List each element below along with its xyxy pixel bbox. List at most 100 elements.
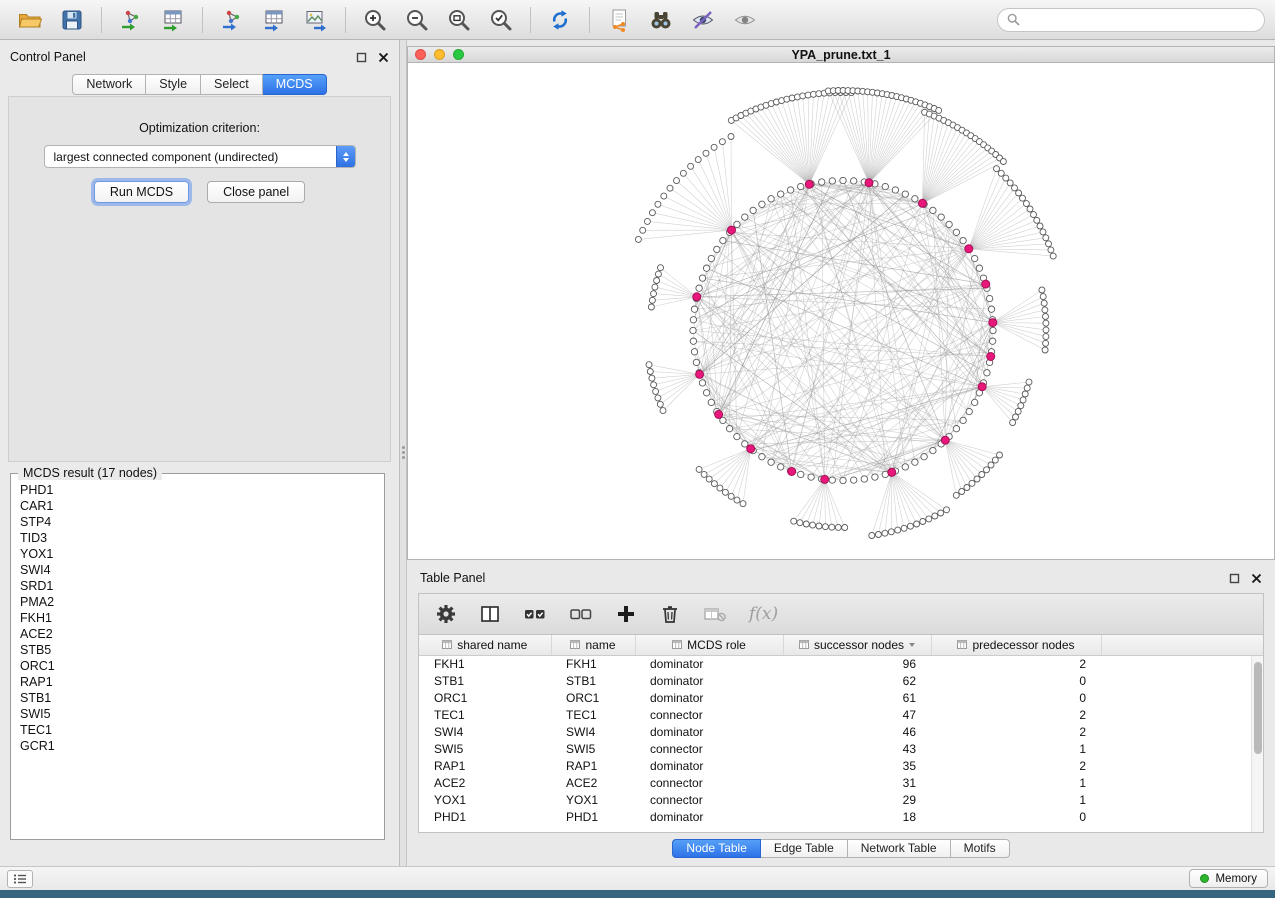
network-node[interactable] (691, 306, 697, 312)
search-network-button[interactable] (641, 4, 681, 36)
refresh-button[interactable] (540, 4, 580, 36)
network-hub-node[interactable] (821, 475, 829, 483)
float-panel-icon[interactable] (1229, 573, 1240, 584)
network-leaf-node[interactable] (944, 507, 950, 513)
network-node[interactable] (953, 426, 959, 432)
network-leaf-node[interactable] (938, 510, 944, 516)
network-node[interactable] (946, 221, 952, 227)
network-leaf-node[interactable] (803, 521, 809, 527)
network-hub-node[interactable] (747, 445, 755, 453)
network-leaf-node[interactable] (829, 524, 835, 530)
network-leaf-node[interactable] (695, 157, 701, 163)
mcds-result-item[interactable]: PMA2 (20, 594, 375, 610)
network-leaf-node[interactable] (1048, 247, 1054, 253)
network-node[interactable] (734, 433, 740, 439)
network-hub-node[interactable] (941, 436, 949, 444)
network-hub-node[interactable] (888, 468, 896, 476)
table-row[interactable]: SWI5SWI5connector431 (419, 740, 1263, 757)
mcds-result-item[interactable]: STB1 (20, 690, 375, 706)
import-table-button[interactable] (153, 4, 193, 36)
tab-edge-table[interactable]: Edge Table (761, 839, 848, 858)
scrollbar-thumb[interactable] (1254, 662, 1262, 754)
network-canvas[interactable] (407, 63, 1275, 560)
network-leaf-node[interactable] (649, 297, 655, 303)
network-leaf-node[interactable] (932, 513, 938, 519)
network-hub-node[interactable] (728, 226, 736, 234)
network-node[interactable] (892, 187, 898, 193)
network-leaf-node[interactable] (719, 139, 725, 145)
network-graph[interactable] (408, 63, 1274, 559)
network-hub-node[interactable] (788, 468, 796, 476)
network-node[interactable] (902, 464, 908, 470)
network-leaf-node[interactable] (969, 480, 975, 486)
network-node[interactable] (798, 183, 804, 189)
network-node[interactable] (714, 246, 720, 252)
table-row[interactable]: TEC1TEC1connector472 (419, 706, 1263, 723)
network-window-titlebar[interactable]: YPA_prune.txt_1 (407, 46, 1275, 63)
network-leaf-node[interactable] (882, 530, 888, 536)
network-leaf-node[interactable] (1034, 217, 1040, 223)
run-mcds-button[interactable]: Run MCDS (94, 181, 189, 203)
network-leaf-node[interactable] (1012, 185, 1018, 191)
zoom-in-button[interactable] (355, 4, 395, 36)
share-document-button[interactable] (599, 4, 639, 36)
network-leaf-node[interactable] (674, 178, 680, 184)
export-network-button[interactable] (212, 4, 252, 36)
network-leaf-node[interactable] (655, 201, 661, 207)
network-node[interactable] (691, 349, 697, 355)
network-node[interactable] (829, 178, 835, 184)
export-table-button[interactable] (254, 4, 294, 36)
window-close-button[interactable] (415, 49, 426, 60)
delete-table-button-disabled[interactable] (703, 603, 727, 625)
network-leaf-node[interactable] (998, 170, 1004, 176)
network-node[interactable] (938, 214, 944, 220)
network-leaf-node[interactable] (822, 524, 828, 530)
table-row[interactable]: SWI4SWI4dominator462 (419, 723, 1263, 740)
network-node[interactable] (798, 471, 804, 477)
window-minimize-button[interactable] (434, 49, 445, 60)
column-header-mcds-role[interactable]: MCDS role (635, 635, 783, 655)
network-node[interactable] (972, 255, 978, 261)
network-node[interactable] (703, 390, 709, 396)
network-hub-node[interactable] (987, 353, 995, 361)
network-leaf-node[interactable] (728, 493, 734, 499)
network-leaf-node[interactable] (635, 236, 641, 242)
panel-splitter[interactable] (400, 40, 407, 866)
show-columns-button[interactable] (479, 603, 501, 625)
mcds-result-item[interactable]: YOX1 (20, 546, 375, 562)
network-leaf-node[interactable] (706, 476, 712, 482)
create-column-button[interactable] (615, 603, 637, 625)
mcds-result-item[interactable]: TEC1 (20, 722, 375, 738)
network-node[interactable] (930, 447, 936, 453)
network-leaf-node[interactable] (654, 278, 660, 284)
network-leaf-node[interactable] (1043, 340, 1049, 346)
table-row[interactable]: ORC1ORC1dominator610 (419, 689, 1263, 706)
network-leaf-node[interactable] (914, 521, 920, 527)
tab-mcds[interactable]: MCDS (263, 74, 327, 95)
network-node[interactable] (912, 196, 918, 202)
window-maximize-button[interactable] (453, 49, 464, 60)
tab-network-table[interactable]: Network Table (848, 839, 951, 858)
network-leaf-node[interactable] (1043, 334, 1049, 340)
table-row[interactable]: RAP1RAP1dominator352 (419, 757, 1263, 774)
table-row[interactable]: PHD1PHD1dominator180 (419, 808, 1263, 825)
network-leaf-node[interactable] (888, 529, 894, 535)
network-leaf-node[interactable] (816, 523, 822, 529)
network-leaf-node[interactable] (1039, 287, 1045, 293)
network-node[interactable] (972, 399, 978, 405)
network-node[interactable] (851, 477, 857, 483)
table-row[interactable]: STB1STB1dominator620 (419, 672, 1263, 689)
network-leaf-node[interactable] (649, 210, 655, 216)
network-node[interactable] (819, 179, 825, 185)
network-node[interactable] (759, 201, 765, 207)
network-node[interactable] (734, 221, 740, 227)
network-leaf-node[interactable] (728, 134, 734, 140)
network-node[interactable] (912, 459, 918, 465)
column-header-predecessor-nodes[interactable]: predecessor nodes (931, 635, 1101, 655)
network-node[interactable] (708, 399, 714, 405)
network-leaf-node[interactable] (644, 218, 650, 224)
tab-style[interactable]: Style (146, 74, 201, 95)
close-panel-button[interactable]: Close panel (207, 181, 305, 203)
network-leaf-node[interactable] (1007, 180, 1013, 186)
network-node[interactable] (953, 229, 959, 235)
